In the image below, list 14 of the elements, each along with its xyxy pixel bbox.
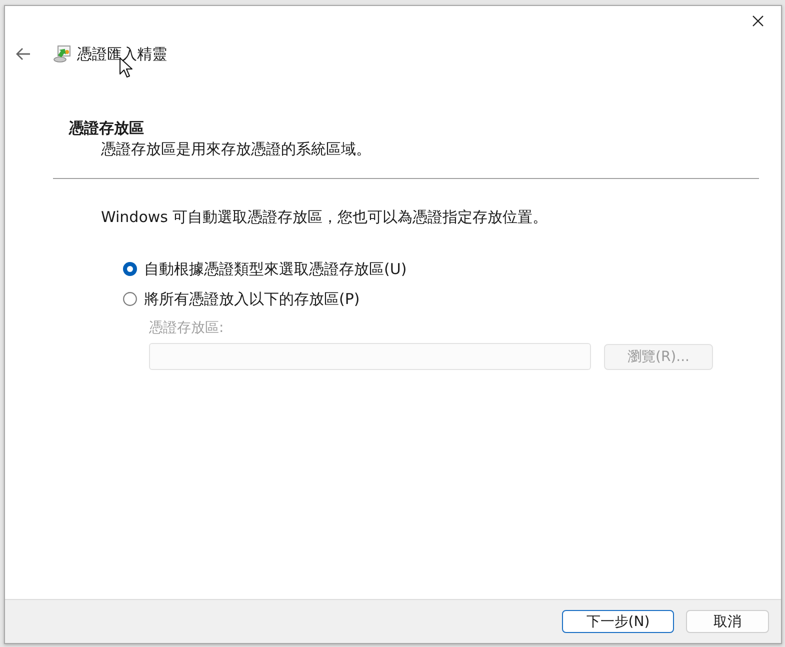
radio-button[interactable] bbox=[123, 262, 137, 276]
wizard-title: 憑證匯入精靈 bbox=[77, 44, 167, 64]
close-icon bbox=[752, 15, 764, 27]
section-heading: 憑證存放區 bbox=[69, 118, 144, 138]
radio-label[interactable]: 自動根據憑證類型來選取憑證存放區(U) bbox=[144, 259, 407, 279]
instruction-text: Windows 可自動選取憑證存放區，您也可以為憑證指定存放位置。 bbox=[101, 207, 548, 227]
field-label: 憑證存放區: bbox=[149, 319, 224, 338]
radio-label[interactable]: 將所有憑證放入以下的存放區(P) bbox=[144, 289, 360, 309]
radio-button[interactable] bbox=[123, 292, 137, 306]
next-button[interactable]: 下一步(N) bbox=[562, 610, 674, 633]
section-description: 憑證存放區是用來存放憑證的系統區域。 bbox=[101, 139, 371, 159]
back-arrow-icon[interactable] bbox=[15, 47, 31, 61]
cancel-button[interactable]: 取消 bbox=[686, 610, 769, 633]
certificate-icon bbox=[53, 45, 71, 63]
